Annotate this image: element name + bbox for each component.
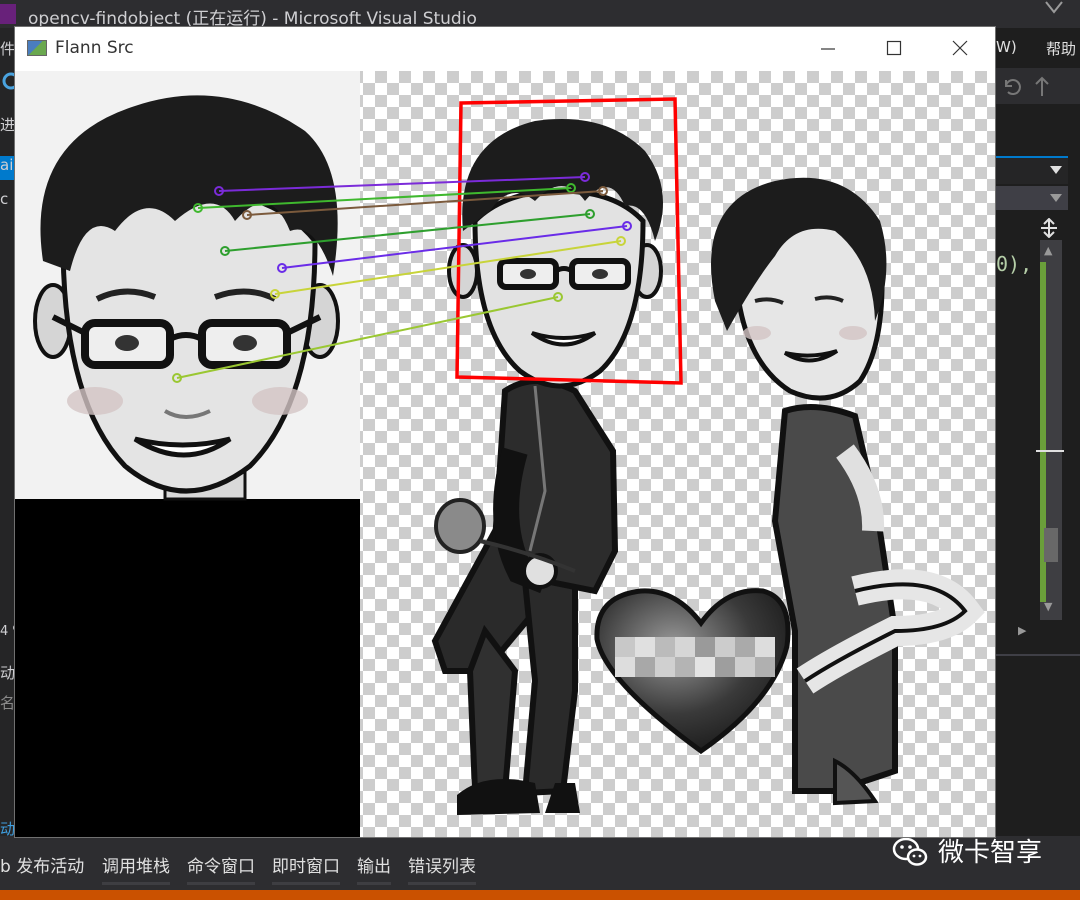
minimize-icon[interactable]	[815, 33, 841, 63]
opencv-window-title: Flann Src	[55, 38, 134, 58]
opencv-titlebar[interactable]: Flann Src	[15, 27, 995, 71]
tab-immediate-window[interactable]: 即时窗口	[272, 852, 340, 877]
vs-nav-dropdown[interactable]	[996, 156, 1068, 184]
tab-underline	[187, 882, 255, 885]
back-icon[interactable]	[2, 72, 20, 90]
opencv-window-icon	[27, 40, 47, 56]
tab-underline	[272, 882, 340, 885]
rose-icon	[434, 498, 486, 554]
opencv-window[interactable]: Flann Src	[14, 26, 996, 838]
scroll-down-arrow-icon[interactable]: ▼	[1044, 600, 1052, 613]
code-text: 0),	[996, 252, 1033, 276]
feedback-icon[interactable]	[1042, 0, 1066, 24]
vs-status-bar	[0, 890, 1080, 900]
tab-underline	[357, 882, 391, 885]
maximize-icon[interactable]	[881, 33, 907, 63]
code-line-fragment: 0),	[996, 252, 1032, 276]
empty-region	[15, 499, 360, 837]
vs-member-dropdown[interactable]	[996, 186, 1068, 210]
split-editor-icon[interactable]	[1040, 217, 1058, 242]
tab-call-stack[interactable]: 调用堆栈	[102, 852, 170, 877]
panel-divider	[996, 654, 1080, 656]
chevron-down-icon	[1050, 194, 1062, 202]
tab-error-list[interactable]: 错误列表	[408, 852, 476, 877]
scrollbar-thumb[interactable]	[1044, 528, 1058, 562]
scroll-right-arrow-icon[interactable]: ▶	[1018, 624, 1026, 637]
tab-command-window[interactable]: 命令窗口	[187, 852, 255, 877]
menu-help[interactable]: 帮助	[1046, 38, 1076, 59]
vs-logo-icon	[0, 4, 16, 24]
scroll-up-arrow-icon[interactable]: ▲	[1044, 244, 1052, 257]
vs-editor-edge	[996, 28, 1080, 836]
tab-publish-activity[interactable]: b 发布活动	[0, 852, 84, 877]
tab-underline	[408, 882, 476, 885]
pixelated-censor	[615, 637, 775, 677]
template-face-image	[15, 71, 360, 837]
vs-titlebar: opencv-findobject (正在运行) - Microsoft Vis…	[0, 0, 1080, 29]
vs-toolbar-edge	[996, 68, 1080, 104]
close-icon[interactable]	[947, 33, 973, 63]
scrollbar-caret-marker	[1036, 450, 1064, 452]
match-result-image	[15, 71, 995, 837]
wechat-icon	[892, 837, 928, 866]
tab-underline	[102, 882, 170, 885]
tab-output[interactable]: 输出	[357, 852, 391, 877]
menu-window-fragment[interactable]: W)	[996, 38, 1017, 56]
chevron-down-icon	[1050, 166, 1062, 174]
